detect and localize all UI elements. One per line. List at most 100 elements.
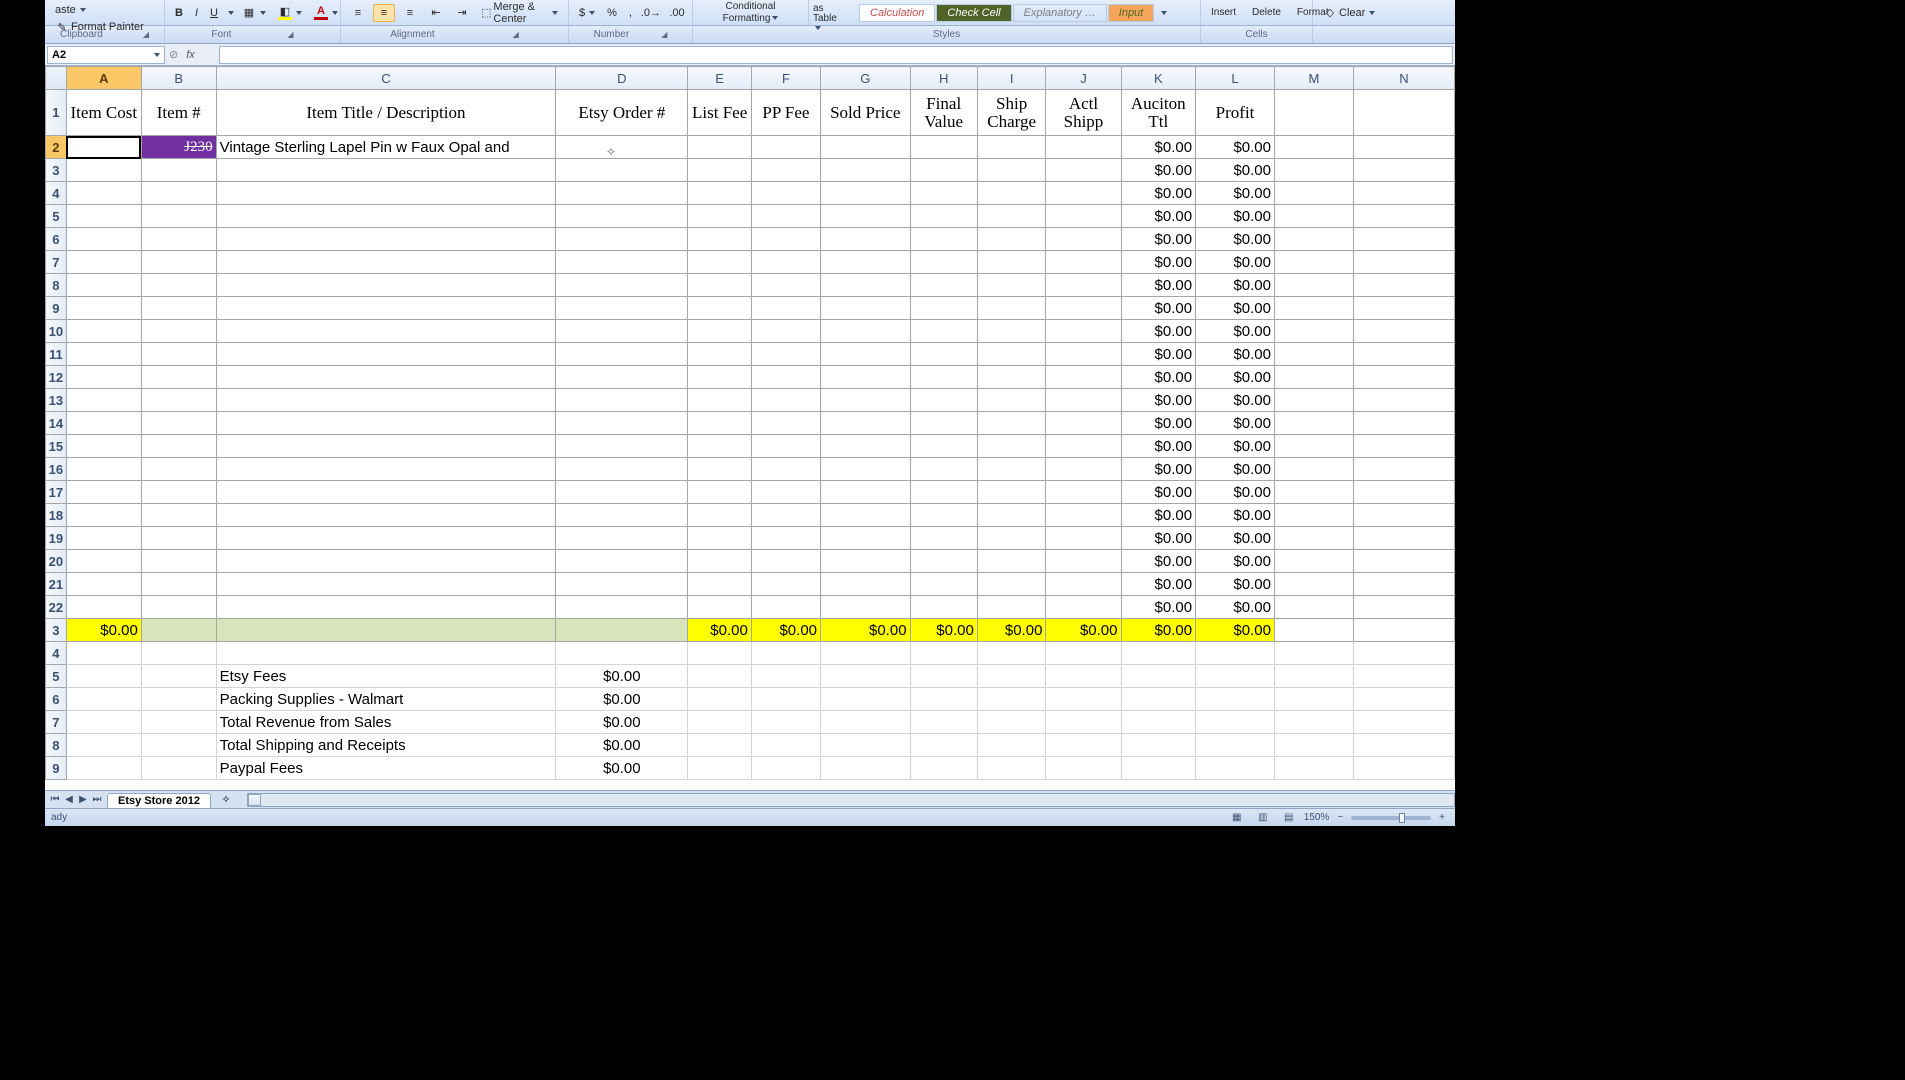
- cell-D26[interactable]: $0.00: [556, 688, 688, 711]
- header-cell-E1[interactable]: List Fee: [688, 90, 751, 136]
- cell-M17[interactable]: [1275, 481, 1354, 504]
- cell-N29[interactable]: [1353, 757, 1454, 780]
- row-header-24[interactable]: 4: [46, 642, 67, 665]
- cell-N20[interactable]: [1353, 550, 1454, 573]
- cell-A7[interactable]: [66, 251, 141, 274]
- cell-N21[interactable]: [1353, 573, 1454, 596]
- header-cell-A1[interactable]: Item Cost: [66, 90, 141, 136]
- cell-N10[interactable]: [1353, 320, 1454, 343]
- cell-A28[interactable]: [66, 734, 141, 757]
- cell-I24[interactable]: [977, 642, 1046, 665]
- cell-H25[interactable]: [910, 665, 977, 688]
- cell-B26[interactable]: [141, 688, 216, 711]
- cell-C29[interactable]: Paypal Fees: [216, 757, 556, 780]
- cell-J14[interactable]: [1046, 412, 1121, 435]
- cell-F17[interactable]: [751, 481, 820, 504]
- cell-L15[interactable]: $0.00: [1196, 435, 1275, 458]
- cell-J5[interactable]: [1046, 205, 1121, 228]
- zoom-in-button[interactable]: +: [1435, 810, 1449, 825]
- cell-K19[interactable]: $0.00: [1121, 527, 1196, 550]
- align-left-button[interactable]: ≡: [347, 4, 369, 22]
- cell-M18[interactable]: [1275, 504, 1354, 527]
- cell-F8[interactable]: [751, 274, 820, 297]
- header-cell-J1[interactable]: Actl Shipp: [1046, 90, 1121, 136]
- cell-D19[interactable]: [556, 527, 688, 550]
- cell-N25[interactable]: [1353, 665, 1454, 688]
- cell-A9[interactable]: [66, 297, 141, 320]
- cell-M8[interactable]: [1275, 274, 1354, 297]
- cell-I28[interactable]: [977, 734, 1046, 757]
- cell-G7[interactable]: [821, 251, 911, 274]
- cell-F15[interactable]: [751, 435, 820, 458]
- cell-J6[interactable]: [1046, 228, 1121, 251]
- cell-A14[interactable]: [66, 412, 141, 435]
- cell-E28[interactable]: [688, 734, 751, 757]
- cell-D6[interactable]: [556, 228, 688, 251]
- cell-C2[interactable]: Vintage Sterling Lapel Pin w Faux Opal a…: [216, 136, 556, 159]
- cell-D28[interactable]: $0.00: [556, 734, 688, 757]
- paste-button[interactable]: aste: [51, 2, 90, 18]
- cell-K7[interactable]: $0.00: [1121, 251, 1196, 274]
- cell-E15[interactable]: [688, 435, 751, 458]
- cell-B16[interactable]: [141, 458, 216, 481]
- cell-H20[interactable]: [910, 550, 977, 573]
- cell-A16[interactable]: [66, 458, 141, 481]
- cell-H28[interactable]: [910, 734, 977, 757]
- cell-D29[interactable]: $0.00: [556, 757, 688, 780]
- cell-E13[interactable]: [688, 389, 751, 412]
- cell-J12[interactable]: [1046, 366, 1121, 389]
- cell-A18[interactable]: [66, 504, 141, 527]
- cell-A26[interactable]: [66, 688, 141, 711]
- row-header-22[interactable]: 22: [46, 596, 67, 619]
- cell-D15[interactable]: [556, 435, 688, 458]
- header-cell-N1[interactable]: [1353, 90, 1454, 136]
- cell-D2[interactable]: [556, 136, 688, 159]
- cell-M15[interactable]: [1275, 435, 1354, 458]
- cell-K20[interactable]: $0.00: [1121, 550, 1196, 573]
- cell-H16[interactable]: [910, 458, 977, 481]
- cell-B2[interactable]: J230: [141, 136, 216, 159]
- cell-H18[interactable]: [910, 504, 977, 527]
- cell-I25[interactable]: [977, 665, 1046, 688]
- cell-M24[interactable]: [1275, 642, 1354, 665]
- cell-N12[interactable]: [1353, 366, 1454, 389]
- cell-L16[interactable]: $0.00: [1196, 458, 1275, 481]
- cell-G9[interactable]: [821, 297, 911, 320]
- row-header-8[interactable]: 8: [46, 274, 67, 297]
- cell-N4[interactable]: [1353, 182, 1454, 205]
- cell-K2[interactable]: $0.00: [1121, 136, 1196, 159]
- row-header-11[interactable]: 11: [46, 343, 67, 366]
- row-header-28[interactable]: 8: [46, 734, 67, 757]
- cell-G19[interactable]: [821, 527, 911, 550]
- col-header-F[interactable]: F: [751, 67, 820, 90]
- cell-B4[interactable]: [141, 182, 216, 205]
- cell-I6[interactable]: [977, 228, 1046, 251]
- cell-I27[interactable]: [977, 711, 1046, 734]
- cell-J29[interactable]: [1046, 757, 1121, 780]
- align-center-button[interactable]: ≡: [373, 4, 395, 22]
- cell-L19[interactable]: $0.00: [1196, 527, 1275, 550]
- row-header-9[interactable]: 9: [46, 297, 67, 320]
- cell-D10[interactable]: [556, 320, 688, 343]
- cell-C28[interactable]: Total Shipping and Receipts: [216, 734, 556, 757]
- col-header-H[interactable]: H: [910, 67, 977, 90]
- decrease-decimal-button[interactable]: .00: [666, 4, 688, 22]
- cell-E18[interactable]: [688, 504, 751, 527]
- cell-F13[interactable]: [751, 389, 820, 412]
- cell-B23[interactable]: [141, 619, 216, 642]
- cell-N17[interactable]: [1353, 481, 1454, 504]
- cell-G26[interactable]: [821, 688, 911, 711]
- cell-C19[interactable]: [216, 527, 556, 550]
- cell-L8[interactable]: $0.00: [1196, 274, 1275, 297]
- cell-M9[interactable]: [1275, 297, 1354, 320]
- row-header-26[interactable]: 6: [46, 688, 67, 711]
- cell-D8[interactable]: [556, 274, 688, 297]
- fx-button[interactable]: fx: [182, 47, 199, 63]
- cell-A11[interactable]: [66, 343, 141, 366]
- cell-N11[interactable]: [1353, 343, 1454, 366]
- cell-E24[interactable]: [688, 642, 751, 665]
- row-header-23[interactable]: 3: [46, 619, 67, 642]
- cell-E4[interactable]: [688, 182, 751, 205]
- cell-H5[interactable]: [910, 205, 977, 228]
- borders-button[interactable]: ▦: [238, 4, 270, 22]
